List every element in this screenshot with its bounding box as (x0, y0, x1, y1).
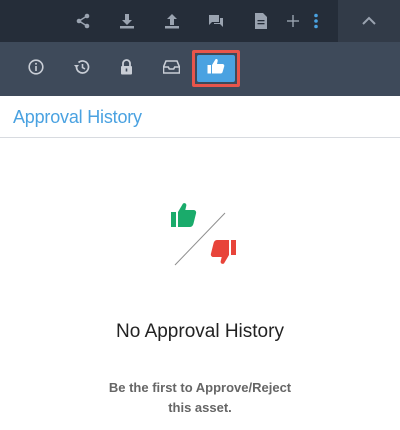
top-action-bar (0, 0, 400, 42)
tab-history[interactable] (70, 58, 92, 80)
download-icon[interactable] (117, 11, 137, 31)
plus-icon[interactable] (283, 11, 303, 31)
comments-icon[interactable] (206, 11, 226, 31)
tab-approvals[interactable] (197, 55, 235, 82)
lock-icon (120, 58, 133, 80)
empty-state-subtitle-line: Be the first to Approve/Reject (108, 380, 292, 395)
share-icon[interactable] (73, 11, 93, 31)
history-icon (73, 59, 90, 80)
empty-state-title: No Approval History (116, 321, 284, 342)
tab-permissions[interactable] (115, 58, 137, 80)
collapse-panel-button[interactable] (338, 0, 400, 42)
tab-info[interactable] (25, 58, 47, 80)
chevron-up-icon (362, 12, 376, 30)
more-vertical-icon[interactable] (306, 11, 326, 31)
thumbs-up-icon (207, 58, 225, 79)
empty-state-subtitle-line: this asset. (168, 400, 232, 415)
info-icon (28, 58, 44, 80)
tab-inbox[interactable] (160, 58, 182, 80)
empty-state-subtitle: Be the first to Approve/Reject this asse… (50, 378, 350, 418)
document-icon[interactable] (251, 11, 271, 31)
empty-state-illustration (166, 198, 244, 272)
upload-icon[interactable] (162, 11, 182, 31)
inbox-icon (162, 59, 180, 79)
reject-thumbs-down-icon (210, 240, 236, 264)
panel-title: Approval History (13, 107, 142, 127)
approve-thumbs-up-icon (171, 203, 197, 227)
title-divider (0, 137, 400, 138)
